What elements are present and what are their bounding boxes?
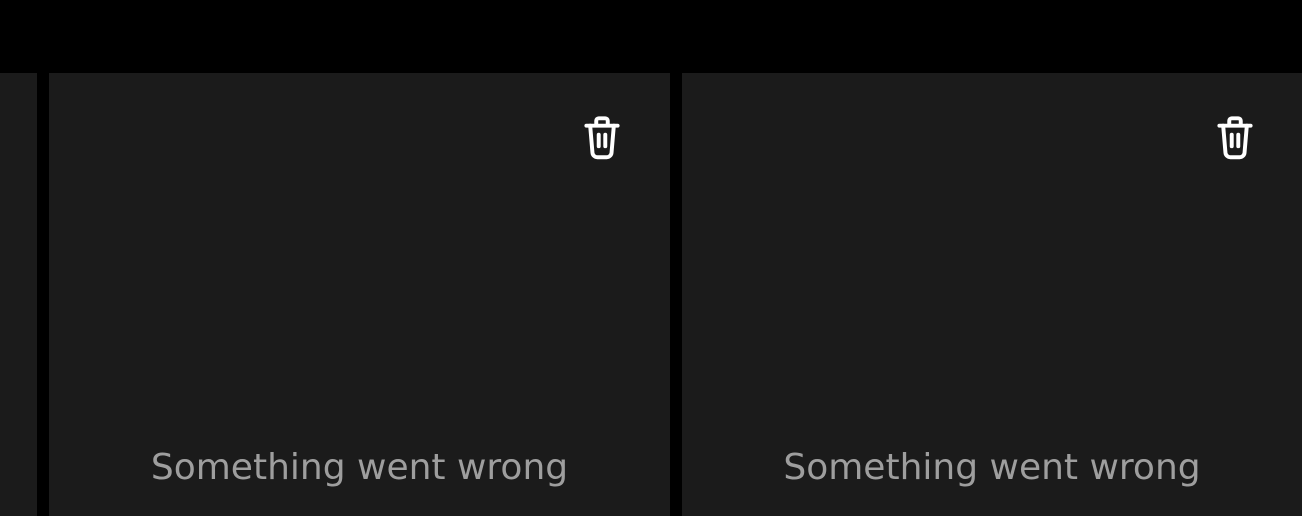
error-message: Something went wrong	[783, 447, 1201, 488]
card[interactable]: Something went wrong	[682, 73, 1302, 516]
trash-icon	[582, 115, 622, 165]
error-message: Something went wrong	[150, 447, 569, 488]
card[interactable]: Something went wrong	[49, 73, 670, 516]
trash-icon	[1215, 115, 1255, 165]
top-bar	[0, 0, 1302, 73]
delete-button[interactable]	[1213, 115, 1257, 165]
delete-button[interactable]	[580, 115, 624, 165]
card-grid: Something went wrong Something went wron…	[0, 73, 1302, 516]
card-partial[interactable]	[0, 73, 37, 516]
